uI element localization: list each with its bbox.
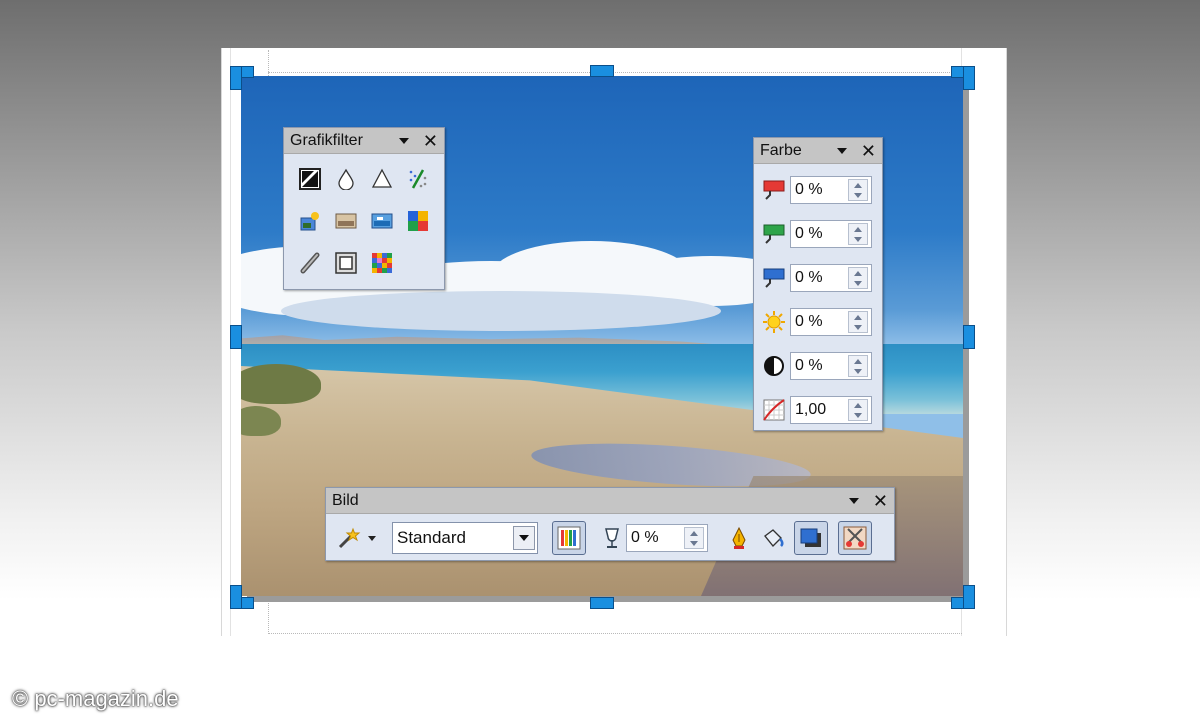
red-row: 0 % [754,168,882,212]
bild-title-bar[interactable]: Bild ✕ [326,488,894,514]
color-button[interactable] [552,521,586,555]
spin-arrows[interactable] [848,223,868,245]
magic-wand-icon [338,527,361,549]
contrast-value[interactable]: 0 % [791,357,848,375]
sharpen-icon[interactable] [370,167,394,191]
grafikfilter-title: Grafikfilter [290,131,363,149]
copyright-credit: © pc-magazin.de [12,686,179,711]
farbe-title-bar[interactable]: Farbe ✕ [754,138,882,164]
line-button[interactable] [726,521,752,555]
toolbar-menu-icon[interactable] [398,137,409,144]
resize-handle-top-left[interactable] [230,66,254,90]
resize-handle-left[interactable] [230,325,242,349]
crop-button[interactable] [838,521,872,555]
green-value[interactable]: 0 % [791,225,848,243]
transparency-icon [600,526,624,550]
brightness-icon [762,310,786,334]
pen-nib-icon [732,526,746,549]
bild-title: Bild [332,491,359,509]
posterize-icon[interactable] [370,209,394,233]
red-value[interactable]: 0 % [791,181,848,199]
brightness-spinbox[interactable]: 0 % [790,308,872,336]
close-icon[interactable]: ✕ [873,492,888,510]
resize-handle-bottom-right[interactable] [951,585,975,609]
grafikfilter-toolbar: Grafikfilter ✕ [283,127,445,290]
filter-wand-button[interactable] [336,521,362,555]
page-margin-guide [268,72,962,73]
contrast-spinbox[interactable]: 0 % [790,352,872,380]
paint-bucket-icon [764,529,784,548]
smooth-icon[interactable] [334,167,358,191]
resize-handle-top-right[interactable] [951,66,975,90]
spin-arrows[interactable] [848,399,868,421]
toolbar-menu-icon[interactable] [836,147,847,154]
red-spinbox[interactable]: 0 % [790,176,872,204]
pop-art-icon[interactable] [406,209,430,233]
remove-noise-icon[interactable] [406,167,430,191]
spin-arrows[interactable] [848,179,868,201]
shadow-button[interactable] [794,521,828,555]
contrast-row: 0 % [754,344,882,388]
gamma-value[interactable]: 1,00 [791,401,848,419]
aging-icon[interactable] [334,209,358,233]
brightness-value[interactable]: 0 % [791,313,848,331]
resize-handle-bottom[interactable] [590,597,614,609]
spin-arrows[interactable] [684,527,704,549]
transparency-value[interactable]: 0 % [627,529,684,547]
blue-row: 0 % [754,256,882,300]
blue-value[interactable]: 0 % [791,269,848,287]
spin-arrows[interactable] [848,267,868,289]
dropdown-button[interactable] [513,526,535,550]
mosaic-icon[interactable] [370,251,394,275]
graphics-mode-select[interactable]: Standard [392,522,538,554]
blue-icon [762,266,786,290]
close-icon[interactable]: ✕ [423,132,438,150]
color-palette-icon [557,526,581,550]
invert-icon[interactable] [298,167,322,191]
area-button[interactable] [760,521,786,555]
scissors-icon [843,526,867,550]
resize-handle-bottom-left[interactable] [230,585,254,609]
resize-handle-right[interactable] [963,325,975,349]
green-spinbox[interactable]: 0 % [790,220,872,248]
charcoal-sketch-icon[interactable] [298,251,322,275]
toolbar-menu-icon[interactable] [848,497,859,504]
brightness-row: 0 % [754,300,882,344]
graphics-mode-value: Standard [397,528,466,547]
green-row: 0 % [754,212,882,256]
solarization-icon[interactable] [298,209,322,233]
green-icon [762,222,786,246]
bild-toolbar: Bild ✕ Standard 0 % [325,487,895,561]
gamma-spinbox[interactable]: 1,00 [790,396,872,424]
gamma-row: 1,00 [754,388,882,432]
shadow-icon [800,528,821,547]
spin-arrows[interactable] [848,355,868,377]
relief-icon[interactable] [334,251,358,275]
contrast-icon [762,354,786,378]
gamma-icon [762,398,786,422]
resize-handle-top[interactable] [590,65,614,77]
blue-spinbox[interactable]: 0 % [790,264,872,292]
close-icon[interactable]: ✕ [861,142,876,160]
chevron-down-icon[interactable] [368,535,376,541]
page-margin-guide [268,633,962,634]
grafikfilter-title-bar[interactable]: Grafikfilter ✕ [284,128,444,154]
transparency-spinbox[interactable]: 0 % [626,524,708,552]
farbe-toolbar: Farbe ✕ 0 % 0 % 0 % 0 % 0 % 1,00 [753,137,883,431]
red-icon [762,178,786,202]
farbe-title: Farbe [760,141,802,159]
spin-arrows[interactable] [848,311,868,333]
